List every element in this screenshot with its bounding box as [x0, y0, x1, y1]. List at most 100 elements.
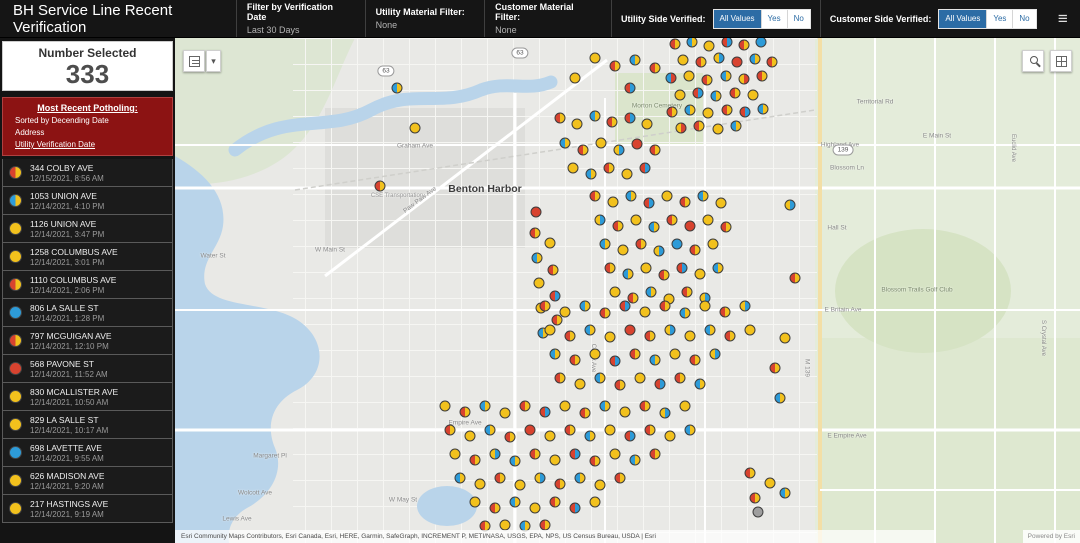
- map-pie-marker[interactable]: [671, 238, 683, 250]
- map-pie-marker[interactable]: [509, 496, 521, 508]
- map-pie-marker[interactable]: [659, 407, 671, 419]
- map-pie-marker[interactable]: [454, 472, 466, 484]
- list-item[interactable]: 1258 COLUMBUS AVE 12/14/2021, 3:01 PM: [2, 242, 173, 271]
- map-pie-marker[interactable]: [764, 477, 776, 489]
- filter-customer-material-value[interactable]: None: [495, 25, 601, 35]
- map-pie-marker[interactable]: [639, 162, 651, 174]
- map-pie-marker[interactable]: [692, 87, 704, 99]
- map-pie-marker[interactable]: [635, 238, 647, 250]
- map-pie-marker[interactable]: [529, 227, 541, 239]
- map-pie-marker[interactable]: [569, 354, 581, 366]
- map-pie-marker[interactable]: [694, 378, 706, 390]
- map-pie-marker[interactable]: [547, 264, 559, 276]
- map-pie-marker[interactable]: [529, 502, 541, 514]
- toggle-option-yes[interactable]: Yes: [987, 9, 1014, 28]
- map-pie-marker[interactable]: [589, 455, 601, 467]
- map-pie-marker[interactable]: [689, 244, 701, 256]
- map-pie-marker[interactable]: [489, 448, 501, 460]
- map-pie-marker[interactable]: [719, 306, 731, 318]
- map-pie-marker[interactable]: [676, 262, 688, 274]
- map-pie-marker[interactable]: [739, 300, 751, 312]
- map-pie-marker[interactable]: [374, 180, 386, 192]
- map-pie-marker[interactable]: [679, 400, 691, 412]
- map-pie-marker[interactable]: [599, 307, 611, 319]
- map-pie-marker[interactable]: [619, 300, 631, 312]
- map-pie-marker[interactable]: [554, 112, 566, 124]
- map-pie-marker[interactable]: [703, 40, 715, 52]
- map-pie-marker[interactable]: [574, 472, 586, 484]
- map-pie-marker[interactable]: [554, 478, 566, 490]
- map-pie-marker[interactable]: [494, 472, 506, 484]
- map-pie-marker[interactable]: [766, 56, 778, 68]
- map-pie-marker[interactable]: [756, 70, 768, 82]
- map-pie-marker[interactable]: [707, 238, 719, 250]
- map-pie-marker[interactable]: [755, 38, 767, 48]
- map-pie-marker[interactable]: [589, 348, 601, 360]
- map-pie-marker[interactable]: [666, 214, 678, 226]
- map-pie-marker[interactable]: [609, 286, 621, 298]
- map-pie-marker[interactable]: [585, 168, 597, 180]
- basemap-gallery-button[interactable]: [1050, 50, 1072, 72]
- map-pie-marker[interactable]: [624, 112, 636, 124]
- map-pie-marker[interactable]: [569, 448, 581, 460]
- map-pie-marker[interactable]: [391, 82, 403, 94]
- map-pie-marker[interactable]: [549, 290, 561, 302]
- map-pie-marker[interactable]: [634, 372, 646, 384]
- map-pie-marker[interactable]: [639, 400, 651, 412]
- map-pie-marker[interactable]: [559, 400, 571, 412]
- map-pie-marker[interactable]: [599, 238, 611, 250]
- map-pie-marker[interactable]: [675, 122, 687, 134]
- map-pie-marker[interactable]: [686, 38, 698, 48]
- map-pie-marker[interactable]: [629, 54, 641, 66]
- map-pie-marker[interactable]: [449, 448, 461, 460]
- map-pie-marker[interactable]: [649, 448, 661, 460]
- map-pie-marker[interactable]: [739, 106, 751, 118]
- map-pie-marker[interactable]: [684, 330, 696, 342]
- map-pie-marker[interactable]: [715, 197, 727, 209]
- map-pie-marker[interactable]: [744, 324, 756, 336]
- map-pie-marker[interactable]: [514, 479, 526, 491]
- map-pie-marker[interactable]: [594, 372, 606, 384]
- map-pie-marker[interactable]: [631, 138, 643, 150]
- map-pie-marker[interactable]: [666, 106, 678, 118]
- map-pie-marker[interactable]: [499, 407, 511, 419]
- list-item[interactable]: 1110 COLUMBUS AVE 12/14/2021, 2:06 PM: [2, 270, 173, 299]
- map-pie-marker[interactable]: [774, 392, 786, 404]
- map-pie-marker[interactable]: [624, 324, 636, 336]
- map-pie-marker[interactable]: [619, 406, 631, 418]
- map-pie-marker[interactable]: [439, 400, 451, 412]
- map-pie-marker[interactable]: [720, 70, 732, 82]
- list-item[interactable]: 626 MADISON AVE 12/14/2021, 9:20 AM: [2, 466, 173, 495]
- filter-utility-material[interactable]: Utility Material Filter: None: [364, 0, 484, 37]
- map-pie-marker[interactable]: [729, 87, 741, 99]
- list-item[interactable]: 806 LA SALLE ST 12/14/2021, 1:28 PM: [2, 298, 173, 327]
- map-pie-marker[interactable]: [689, 354, 701, 366]
- map-pie-marker[interactable]: [677, 54, 689, 66]
- map-pie-marker[interactable]: [571, 118, 583, 130]
- map-pie-marker[interactable]: [779, 487, 791, 499]
- map-pie-marker[interactable]: [469, 454, 481, 466]
- map-pie-marker[interactable]: [630, 214, 642, 226]
- map-pie-marker[interactable]: [738, 73, 750, 85]
- map-pie-marker[interactable]: [640, 262, 652, 274]
- map-pie-marker[interactable]: [613, 144, 625, 156]
- map-pie-marker[interactable]: [504, 431, 516, 443]
- map-pie-marker[interactable]: [469, 496, 481, 508]
- map-pie-marker[interactable]: [664, 324, 676, 336]
- list-item[interactable]: 217 HASTINGS AVE 12/14/2021, 9:19 AM: [2, 494, 173, 523]
- map-pie-marker[interactable]: [569, 502, 581, 514]
- map-pie-marker[interactable]: [539, 406, 551, 418]
- map-pie-marker[interactable]: [664, 430, 676, 442]
- map-pie-marker[interactable]: [484, 424, 496, 436]
- list-item[interactable]: 344 COLBY AVE 12/15/2021, 8:56 AM: [2, 159, 173, 187]
- filter-customer-material[interactable]: Customer Material Filter: None: [484, 0, 611, 37]
- toggle-option-all-values[interactable]: All Values: [939, 9, 988, 28]
- map-pie-marker[interactable]: [474, 478, 486, 490]
- map-pie-marker[interactable]: [464, 430, 476, 442]
- map-pie-marker[interactable]: [589, 110, 601, 122]
- map-pie-marker[interactable]: [659, 300, 671, 312]
- map-pie-marker[interactable]: [731, 56, 743, 68]
- list-item[interactable]: 568 PAVONE ST 12/14/2021, 11:52 AM: [2, 354, 173, 383]
- map-pie-marker[interactable]: [649, 354, 661, 366]
- map-pie-marker[interactable]: [579, 300, 591, 312]
